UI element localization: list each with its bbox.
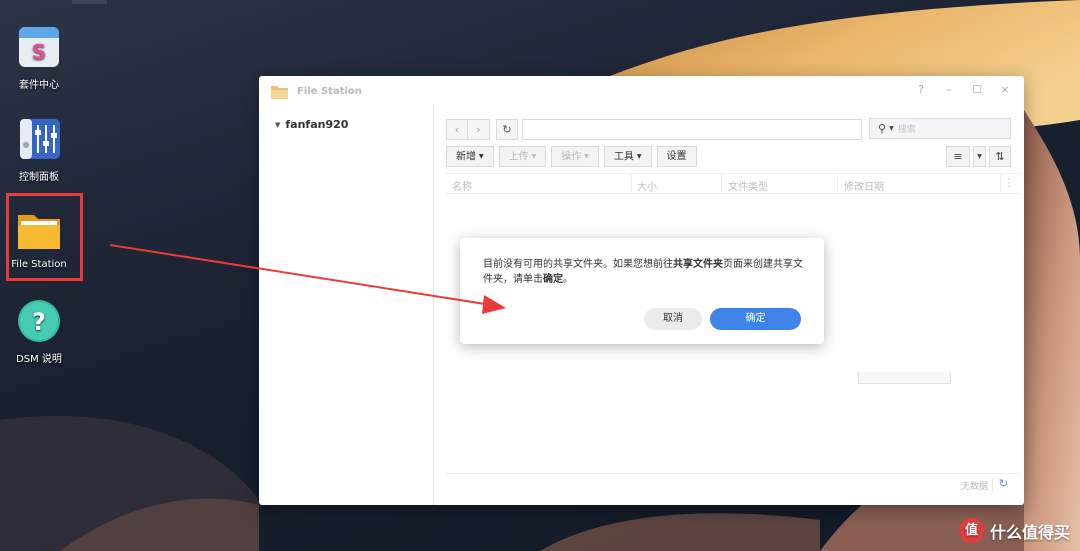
taskbar-tab[interactable]	[72, 0, 107, 4]
sort-button[interactable]: ⇅	[989, 146, 1011, 167]
forward-button[interactable]: ›	[468, 118, 490, 140]
hidden-button	[858, 372, 951, 384]
control-panel-icon	[16, 116, 62, 162]
desktop-icon-dsm-help[interactable]: ? DSM 说明	[0, 298, 78, 365]
list-view-button[interactable]: ≡	[946, 146, 970, 167]
chevron-down-icon: ▼	[636, 153, 642, 160]
message-text: 。	[563, 274, 573, 285]
package-center-icon: S	[16, 24, 62, 70]
window-titlebar[interactable]: File Station ? – ☐ ×	[259, 76, 1024, 106]
tools-button[interactable]: 工具 ▼	[603, 146, 652, 167]
watermark-logo: 值	[958, 518, 984, 543]
tree-root-label: fanfan920	[285, 118, 349, 131]
no-shared-folder-dialog: 目前没有可用的共享文件夹。如果您想前往共享文件夹页面来创建共享文件夹，请单击确定…	[460, 238, 824, 344]
chevron-down-icon: ▼	[889, 125, 894, 132]
close-button[interactable]: ×	[998, 83, 1012, 97]
settings-button[interactable]: 设置	[656, 146, 697, 167]
column-name[interactable]: 名称	[452, 178, 472, 193]
action-toolbar: 新增 ▼ 上传 ▼ 操作 ▼ 工具 ▼ 设置	[446, 146, 697, 167]
chevron-down-icon: ▼	[584, 153, 589, 160]
message-text: 目前没有可用的共享文件夹。如果您想前往	[483, 259, 673, 270]
highlight-box	[6, 193, 83, 281]
window-title: File Station	[297, 85, 362, 97]
message-bold-text: 确定	[543, 274, 563, 285]
chevron-down-icon: ▼	[479, 153, 484, 160]
folder-tree-pane: ▼ fanfan920	[259, 106, 434, 505]
desktop-icon-control-panel[interactable]: 控制面板	[0, 116, 78, 183]
search-placeholder: 搜索	[897, 125, 916, 135]
action-button-label: 操作	[561, 151, 582, 163]
refresh-icon[interactable]: ↻	[999, 477, 1008, 490]
search-input[interactable]: ⚲ ▼ 搜索	[869, 118, 1011, 139]
tools-button-label: 工具	[613, 151, 634, 163]
desktop-icon-package-center[interactable]: S 套件中心	[0, 24, 78, 91]
minimize-button[interactable]: –	[942, 83, 956, 97]
column-options-icon[interactable]: ⋮	[1004, 178, 1014, 189]
help-button[interactable]: ?	[914, 83, 928, 97]
watermark-text: 什么值得买	[989, 522, 1070, 542]
status-bar: 无数据 ↻	[446, 473, 1022, 495]
column-modified[interactable]: 修改日期	[844, 178, 884, 193]
chevron-down-icon: ▼	[531, 153, 537, 160]
ok-button[interactable]: 确定	[710, 308, 801, 330]
navigation-toolbar: ‹ › ↻	[446, 118, 862, 140]
caret-down-icon: ▼	[275, 120, 281, 129]
column-divider	[837, 174, 838, 194]
svg-text:S: S	[32, 40, 46, 64]
column-header: 名称 大小 文件类型 修改日期 ⋮	[446, 173, 1022, 194]
upload-button-label: 上传	[508, 151, 529, 163]
desktop-icon-label: 控制面板	[19, 172, 59, 183]
column-type[interactable]: 文件类型	[728, 178, 768, 193]
column-divider	[631, 174, 632, 194]
desktop-icon-label: DSM 说明	[16, 354, 62, 365]
folder-icon	[271, 84, 288, 99]
dialog-message: 目前没有可用的共享文件夹。如果您想前往共享文件夹页面来创建共享文件夹，请单击确定…	[483, 257, 805, 287]
status-text: 无数据	[960, 482, 988, 492]
create-button[interactable]: 新增 ▼	[446, 146, 494, 167]
message-bold-text: 共享文件夹	[673, 259, 723, 270]
cancel-button[interactable]: 取消	[644, 308, 702, 330]
desktop-icon-label: 套件中心	[19, 80, 59, 91]
back-button[interactable]: ‹	[446, 118, 468, 140]
column-divider	[721, 174, 722, 194]
create-button-label: 新增	[456, 151, 476, 163]
divider	[992, 478, 993, 491]
view-controls: ≡ ▼ ⇅	[946, 146, 1011, 167]
refresh-button[interactable]: ↻	[496, 118, 518, 140]
path-input[interactable]	[522, 118, 862, 140]
tree-root-item[interactable]: ▼ fanfan920	[275, 118, 348, 131]
action-button[interactable]: 操作 ▼	[551, 146, 599, 167]
svg-text:?: ?	[32, 308, 46, 336]
maximize-button[interactable]: ☐	[970, 83, 984, 97]
column-divider	[1000, 174, 1001, 194]
upload-button[interactable]: 上传 ▼	[498, 146, 547, 167]
column-size[interactable]: 大小	[637, 178, 657, 193]
watermark: 值 什么值得买	[958, 518, 1070, 543]
search-icon: ⚲	[878, 122, 887, 135]
view-menu-button[interactable]: ▼	[973, 146, 986, 167]
help-icon: ?	[16, 298, 62, 344]
